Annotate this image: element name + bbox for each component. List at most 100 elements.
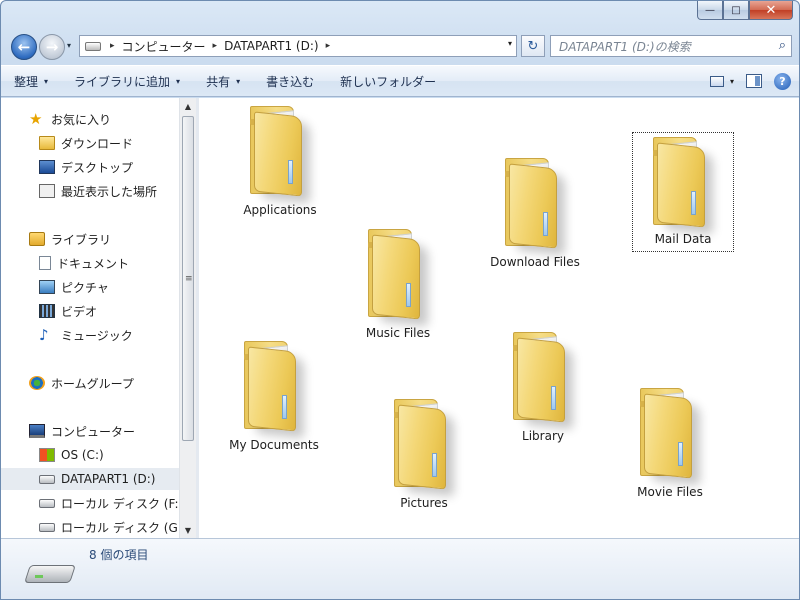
folder-icon: [350, 225, 446, 321]
share-label: 共有: [206, 74, 231, 89]
search-input[interactable]: DATAPART1 (D:)の検索 ⌕: [550, 35, 792, 57]
breadcrumb-separator[interactable]: ▸: [107, 41, 118, 51]
drive-icon: [39, 474, 55, 484]
video-icon: [39, 304, 55, 318]
folder-label: Applications: [243, 203, 317, 217]
maximize-button[interactable]: □: [723, 1, 749, 20]
drive-icon: [39, 522, 55, 532]
folder-download-files[interactable]: Download Files: [489, 154, 581, 270]
share-menu[interactable]: 共有 ▾: [193, 66, 253, 96]
refresh-button[interactable]: ↻: [521, 35, 545, 57]
nav-os-label: OS (C:): [61, 448, 104, 462]
nav-desktop[interactable]: デスクトップ: [1, 156, 179, 178]
folder-my-documents[interactable]: My Documents: [229, 337, 319, 453]
folder-pictures[interactable]: Pictures: [383, 395, 465, 511]
drive-icon: [39, 498, 55, 508]
nav-music-label: ミュージック: [61, 328, 133, 343]
breadcrumb-computer[interactable]: コンピューター: [118, 38, 210, 55]
nav-videos[interactable]: ビデオ: [1, 300, 179, 322]
scrollbar-grip-icon: ≡: [185, 274, 193, 284]
nav-computer[interactable]: コンピューター: [1, 420, 179, 442]
chevron-down-icon: ▾: [176, 76, 181, 86]
nav-datapart1-label: DATAPART1 (D:): [61, 472, 156, 486]
nav-documents-label: ドキュメント: [57, 256, 130, 271]
search-icon[interactable]: ⌕: [779, 38, 786, 53]
add-to-library-menu[interactable]: ライブラリに追加 ▾: [61, 66, 193, 96]
nav-recent-places[interactable]: 最近表示した場所: [1, 180, 179, 202]
navigation-scrollbar[interactable]: ▲ ≡ ▼: [179, 98, 196, 538]
nav-local-disk-g-label: ローカル ディスク (G: [61, 520, 178, 535]
nav-downloads-label: ダウンロード: [61, 136, 134, 151]
forward-button[interactable]: →: [39, 34, 65, 60]
pictures-icon: [39, 280, 55, 294]
nav-favorites-label: お気に入り: [51, 112, 112, 127]
nav-libraries[interactable]: ライブラリ: [1, 228, 179, 250]
address-dropdown[interactable]: ▾: [508, 39, 512, 48]
folder-icon: [226, 337, 322, 433]
nav-pictures[interactable]: ピクチャ: [1, 276, 179, 298]
minimize-button[interactable]: —: [697, 1, 723, 20]
nav-desktop-label: デスクトップ: [61, 160, 134, 175]
preview-pane-icon[interactable]: [746, 74, 762, 88]
address-row: ← → ▾ ▸ コンピューター ▸ DATAPART1 (D:) ▸ ▾ ↻ D…: [1, 29, 799, 65]
folder-icon: [376, 395, 472, 491]
music-note-icon: ♪: [39, 326, 49, 344]
folder-label: Pictures: [400, 496, 448, 510]
folder-mail-data[interactable]: Mail Data: [632, 132, 734, 252]
back-button[interactable]: ←: [11, 34, 37, 60]
star-icon: ★: [29, 110, 43, 128]
scroll-down-button[interactable]: ▼: [180, 522, 196, 538]
scroll-up-button[interactable]: ▲: [180, 98, 196, 114]
nav-favorites[interactable]: ★ お気に入り: [1, 108, 179, 130]
folder-icon: [495, 328, 591, 424]
organize-label: 整理: [14, 74, 39, 89]
folder-movie-files[interactable]: Movie Files: [629, 384, 711, 500]
folder-icon: [622, 384, 718, 480]
nav-videos-label: ビデオ: [61, 304, 98, 319]
change-view-icon[interactable]: [709, 75, 724, 87]
folder-label: Library: [522, 429, 564, 443]
breadcrumb-datapart1[interactable]: DATAPART1 (D:): [220, 39, 322, 53]
nav-local-disk-f[interactable]: ローカル ディスク (F:: [1, 492, 179, 514]
chevron-down-icon: ▾: [44, 76, 49, 86]
new-folder-button[interactable]: 新しいフォルダー: [327, 66, 449, 96]
nav-datapart1-drive[interactable]: DATAPART1 (D:): [1, 468, 179, 490]
burn-label: 書き込む: [266, 74, 315, 89]
folder-label: Music Files: [365, 326, 431, 340]
item-count: 8 個の項目: [89, 548, 149, 562]
burn-button[interactable]: 書き込む: [253, 66, 327, 96]
drive-icon: [85, 41, 101, 51]
recent-pages-dropdown[interactable]: ▾: [67, 41, 71, 50]
nav-homegroup[interactable]: ホームグループ: [1, 372, 179, 394]
folder-applications[interactable]: Applications: [239, 102, 321, 218]
nav-computer-label: コンピューター: [51, 424, 136, 439]
nav-local-disk-g[interactable]: ローカル ディスク (G: [1, 516, 179, 538]
new-folder-label: 新しいフォルダー: [340, 74, 437, 89]
view-options-dropdown[interactable]: ▾: [730, 77, 734, 86]
search-placeholder: DATAPART1 (D:)の検索: [559, 39, 691, 54]
breadcrumb-separator[interactable]: ▸: [210, 41, 221, 51]
recent-places-icon: [39, 184, 55, 198]
nav-os-drive[interactable]: OS (C:): [1, 444, 179, 466]
folder-music-files[interactable]: Music Files: [357, 225, 439, 341]
document-icon: [39, 256, 51, 270]
folder-icon: [232, 102, 328, 198]
help-icon[interactable]: ?: [774, 72, 791, 90]
nav-local-disk-f-label: ローカル ディスク (F:: [61, 496, 179, 511]
downloads-folder-icon: [39, 136, 55, 150]
folder-icon: [635, 133, 731, 229]
nav-libraries-label: ライブラリ: [51, 232, 112, 247]
arrow-right-icon: →: [45, 38, 59, 56]
caption-buttons: — □ ✕: [697, 1, 793, 20]
folder-library[interactable]: Library: [502, 328, 584, 444]
nav-music[interactable]: ♪ ミュージック: [1, 324, 179, 346]
organize-menu[interactable]: 整理 ▾: [1, 66, 61, 96]
refresh-icon: ↻: [527, 38, 539, 54]
nav-documents[interactable]: ドキュメント: [1, 252, 179, 274]
close-button[interactable]: ✕: [749, 1, 793, 20]
address-bar[interactable]: ▸ コンピューター ▸ DATAPART1 (D:) ▸ ▾: [79, 35, 517, 57]
nav-downloads[interactable]: ダウンロード: [1, 132, 179, 154]
breadcrumb-separator[interactable]: ▸: [323, 41, 334, 51]
details-pane: 8 個の項目: [1, 538, 799, 599]
nav-homegroup-label: ホームグループ: [51, 376, 134, 391]
